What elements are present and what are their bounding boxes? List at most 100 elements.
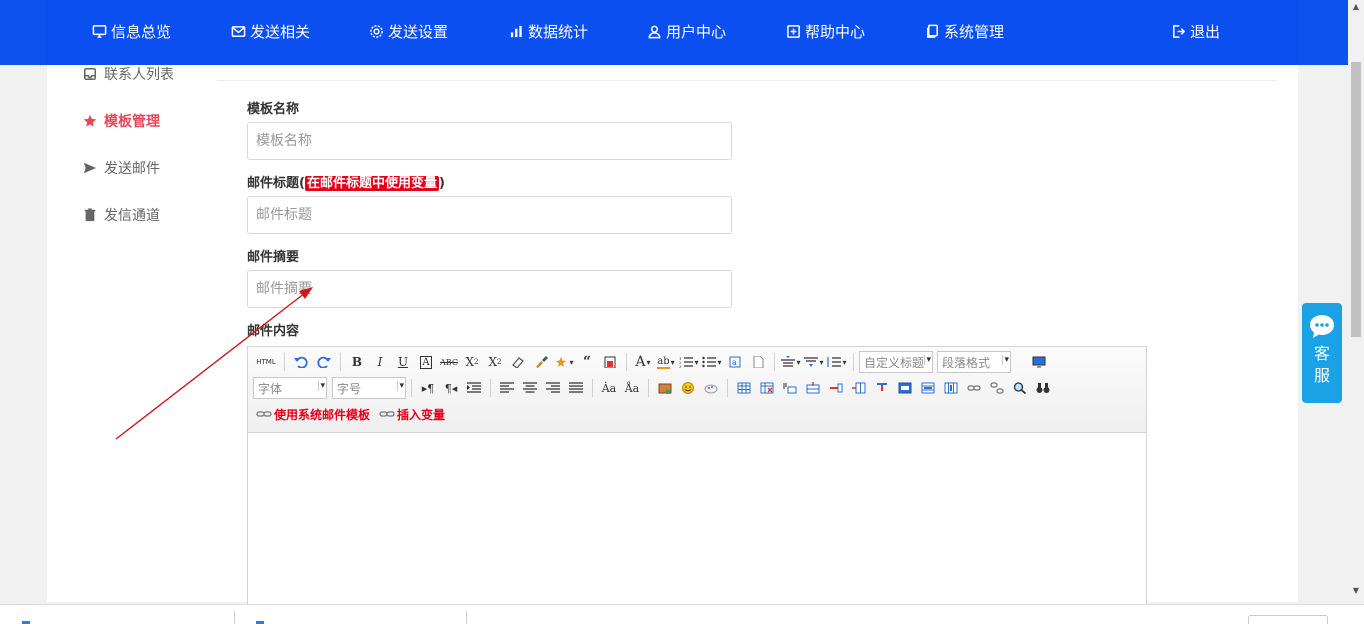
insert-table-icon[interactable] — [733, 377, 755, 399]
undo-icon[interactable] — [290, 351, 312, 373]
scrollbar-thumb[interactable] — [1351, 62, 1361, 337]
font-family-select[interactable]: 字体 — [253, 377, 327, 399]
image-icon[interactable] — [654, 377, 676, 399]
align-center-icon[interactable] — [519, 377, 541, 399]
uppercase-icon[interactable]: Ȧa — [598, 377, 620, 399]
toolbar-row-1: HTML B I U A ABC X2 X2 “ A ab 1 — [253, 350, 1050, 374]
summary-input[interactable] — [247, 270, 732, 308]
use-system-template-label: 使用系统邮件模板 — [274, 407, 371, 422]
bottom-button[interactable] — [1248, 615, 1328, 624]
nav-item-send-settings[interactable]: 发送设置 — [369, 20, 448, 42]
paste-plain-icon[interactable] — [599, 351, 621, 373]
redo-icon[interactable] — [313, 351, 335, 373]
strikethrough-icon[interactable]: ABC — [438, 351, 460, 373]
delete-row-icon[interactable] — [825, 377, 847, 399]
page-scrollbar[interactable]: ▲ ▼ — [1348, 0, 1364, 604]
sidebar-item-label: 模板管理 — [104, 114, 160, 130]
insert-paragraph-before-table-icon[interactable] — [779, 377, 801, 399]
content-divider — [217, 80, 1277, 81]
merge-right-icon[interactable] — [917, 377, 939, 399]
font-border-icon[interactable]: A — [415, 351, 437, 373]
align-right-icon[interactable] — [542, 377, 564, 399]
preview-icon[interactable] — [1028, 351, 1050, 373]
subscript-icon[interactable]: X2 — [484, 351, 506, 373]
editor-content-area[interactable] — [248, 434, 1146, 604]
align-justify-icon[interactable] — [565, 377, 587, 399]
template-name-input[interactable] — [247, 122, 732, 160]
link-icon[interactable] — [963, 377, 985, 399]
anchor-icon[interactable]: a — [724, 351, 746, 373]
line-height-icon[interactable] — [826, 351, 848, 373]
scrawl-icon[interactable] — [700, 377, 722, 399]
merge-down-icon[interactable] — [940, 377, 962, 399]
customer-service-button[interactable]: 客 服 — [1302, 303, 1342, 403]
gear-icon — [370, 24, 383, 38]
link-icon — [379, 411, 395, 417]
blockquote-icon[interactable]: “ — [576, 351, 598, 373]
nav-item-label: 用户中心 — [666, 22, 727, 41]
sidebar-item-channels[interactable]: 发信通道 — [83, 205, 160, 225]
sidebar-item-contacts[interactable]: 联系人列表 — [83, 64, 174, 84]
font-size-select[interactable]: 字号 — [332, 377, 406, 399]
star-icon — [83, 114, 97, 127]
sidebar-item-send-mail[interactable]: 发送邮件 — [83, 158, 160, 178]
find-icon[interactable] — [1032, 377, 1054, 399]
nav-item-help-center[interactable]: 帮助中心 — [786, 20, 865, 42]
superscript-icon[interactable]: X2 — [461, 351, 483, 373]
ordered-list-icon[interactable]: 123 — [678, 351, 700, 373]
bar-chart-icon — [510, 25, 522, 37]
indent-icon[interactable] — [463, 377, 485, 399]
sidebar-item-label: 发信通道 — [104, 208, 160, 224]
use-system-template-link[interactable]: 使用系统邮件模板 — [256, 406, 370, 423]
nav-item-overview[interactable]: 信息总览 — [92, 20, 171, 42]
auto-format-icon[interactable] — [553, 351, 575, 373]
sidebar-item-templates[interactable]: 模板管理 — [83, 111, 160, 131]
editor-toolbar: HTML B I U A ABC X2 X2 “ A ab 1 — [248, 347, 1146, 433]
paragraph-format-select[interactable]: 段落格式 — [937, 351, 1011, 373]
lowercase-icon[interactable]: Åa — [621, 377, 643, 399]
rtl-icon[interactable]: ¶◂ — [440, 377, 462, 399]
custom-title-select[interactable]: 自定义标题 — [859, 351, 933, 373]
delete-table-icon[interactable] — [756, 377, 778, 399]
italic-icon[interactable]: I — [369, 351, 391, 373]
insert-col-icon[interactable] — [848, 377, 870, 399]
emotion-icon[interactable] — [677, 377, 699, 399]
mail-icon — [231, 25, 246, 37]
eraser-icon[interactable] — [507, 351, 529, 373]
ltr-icon[interactable]: ▸¶ — [417, 377, 439, 399]
row-spacing-bottom-icon[interactable] — [803, 351, 825, 373]
bottom-bar — [0, 604, 1364, 624]
row-spacing-top-icon[interactable] — [780, 351, 802, 373]
subject-label-text: 邮件标题 — [247, 176, 300, 191]
toolbar-separator — [626, 353, 627, 371]
search-replace-icon[interactable] — [1009, 377, 1031, 399]
bottom-divider — [234, 611, 235, 624]
scroll-down-arrow-icon[interactable]: ▼ — [1348, 586, 1364, 600]
scroll-up-arrow-icon[interactable]: ▲ — [1348, 2, 1364, 16]
page-break-icon[interactable] — [747, 351, 769, 373]
nav-item-label: 发送设置 — [388, 22, 449, 41]
logout-button[interactable]: 退出 — [1171, 20, 1220, 42]
subject-variable-hint-link[interactable]: 在邮件标题中使用变量 — [304, 176, 439, 191]
unlink-icon[interactable] — [986, 377, 1008, 399]
toolbar-separator — [727, 379, 728, 397]
underline-icon[interactable]: U — [392, 351, 414, 373]
user-icon — [648, 25, 661, 38]
insert-variable-link[interactable]: 插入变量 — [379, 406, 445, 423]
background-color-icon[interactable]: ab — [655, 351, 677, 373]
html-source-button[interactable]: HTML — [253, 351, 279, 373]
nav-item-user-center[interactable]: 用户中心 — [647, 20, 726, 42]
nav-item-system-admin[interactable]: 系统管理 — [925, 20, 1004, 42]
format-brush-icon[interactable] — [530, 351, 552, 373]
toolbar-separator — [774, 353, 775, 371]
bold-icon[interactable]: B — [346, 351, 368, 373]
merge-cells-icon[interactable] — [894, 377, 916, 399]
unordered-list-icon[interactable] — [701, 351, 723, 373]
font-color-icon[interactable]: A — [632, 351, 654, 373]
nav-item-statistics[interactable]: 数据统计 — [509, 20, 588, 42]
nav-item-sending[interactable]: 发送相关 — [231, 20, 310, 42]
delete-col-icon[interactable] — [871, 377, 893, 399]
align-left-icon[interactable] — [496, 377, 518, 399]
subject-input[interactable] — [247, 196, 732, 234]
insert-row-icon[interactable] — [802, 377, 824, 399]
